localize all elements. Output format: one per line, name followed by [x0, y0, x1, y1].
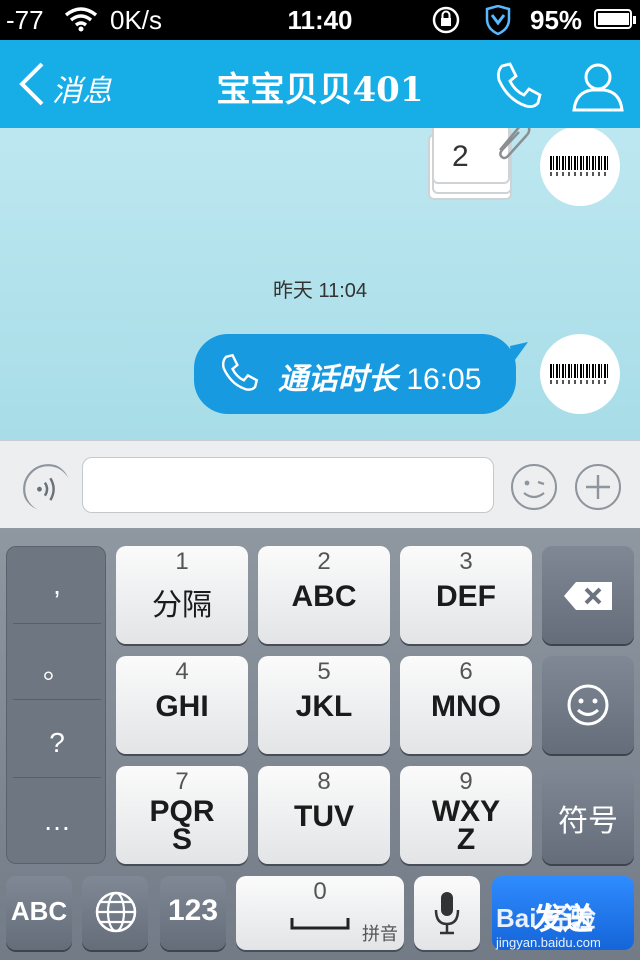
page-title: 宝宝贝贝401	[216, 70, 424, 110]
globe-key[interactable]	[82, 876, 148, 950]
baidu-watermark: Bai 经验 jingyan.baidu.com	[496, 903, 601, 950]
call-label: 通话时长	[278, 362, 398, 397]
pinyin-label: 拼音	[362, 924, 398, 944]
barcode-icon	[550, 364, 610, 378]
punct-comma[interactable]: ,	[7, 569, 107, 601]
key-9[interactable]: 9 WXY Z	[400, 766, 532, 864]
key-7[interactable]: 7 PQR S	[116, 766, 248, 864]
key-3[interactable]: 3 DEF	[400, 546, 532, 644]
backspace-icon	[564, 582, 612, 610]
keyboard-grip[interactable]	[296, 536, 344, 567]
key-1[interactable]: 1 分隔	[116, 546, 248, 644]
keyboard: , 。 ? … 1 分隔 2 ABC 3 DEF 4 GHI 5 JKL 6 M…	[0, 528, 640, 960]
avatar[interactable]	[540, 128, 620, 206]
globe-icon	[95, 891, 137, 933]
punct-question[interactable]: ?	[7, 727, 107, 759]
call-duration: 16:05	[406, 363, 482, 396]
note-number: 2	[452, 140, 469, 173]
key-8[interactable]: 8 TUV	[258, 766, 390, 864]
number-key[interactable]: 123	[160, 876, 226, 950]
key-2[interactable]: 2 ABC	[258, 546, 390, 644]
avatar[interactable]	[540, 334, 620, 414]
key-5[interactable]: 5 JKL	[258, 656, 390, 754]
mic-key[interactable]	[414, 876, 480, 950]
input-bar	[0, 440, 640, 529]
microphone-icon	[434, 892, 460, 935]
chat-header: 消息 宝宝贝贝401	[0, 40, 640, 128]
status-bar: -77 0K/s 11:40 95%	[0, 0, 640, 40]
smiley-icon	[567, 684, 609, 726]
chat-area: 2 昨天 11:04 通话时长 16:05	[0, 128, 640, 440]
message-timestamp: 昨天 11:04	[272, 280, 368, 302]
battery-icon	[594, 9, 636, 29]
voice-icon[interactable]	[22, 463, 70, 511]
abc-key[interactable]: ABC	[6, 876, 72, 950]
emoji-key[interactable]	[542, 656, 634, 754]
space-key[interactable]: 0 拼音	[236, 876, 404, 950]
bubble-tail	[510, 342, 528, 364]
key-6[interactable]: 6 MNO	[400, 656, 532, 754]
backspace-button[interactable]	[542, 546, 634, 644]
message-input[interactable]	[82, 457, 494, 513]
phone-icon[interactable]	[492, 60, 544, 112]
key-4[interactable]: 4 GHI	[116, 656, 248, 754]
battery-percent: 95%	[530, 5, 583, 35]
note-message[interactable]: 2	[428, 128, 531, 200]
phone-icon	[221, 353, 259, 391]
barcode-icon	[550, 156, 610, 170]
space-icon	[290, 918, 350, 930]
shield-icon	[485, 5, 511, 35]
emoji-icon[interactable]	[510, 463, 558, 511]
rotation-lock-icon	[432, 6, 460, 34]
plus-icon[interactable]	[574, 463, 622, 511]
punct-ellipsis[interactable]: …	[7, 805, 107, 837]
paperclip-icon	[499, 128, 531, 160]
profile-icon[interactable]	[570, 60, 626, 112]
punctuation-column: , 。 ? …	[6, 546, 106, 864]
call-duration-bubble[interactable]: 通话时长 16:05	[194, 334, 528, 414]
punct-period[interactable]: 。	[7, 647, 107, 687]
symbols-key[interactable]: 符号	[542, 766, 634, 864]
